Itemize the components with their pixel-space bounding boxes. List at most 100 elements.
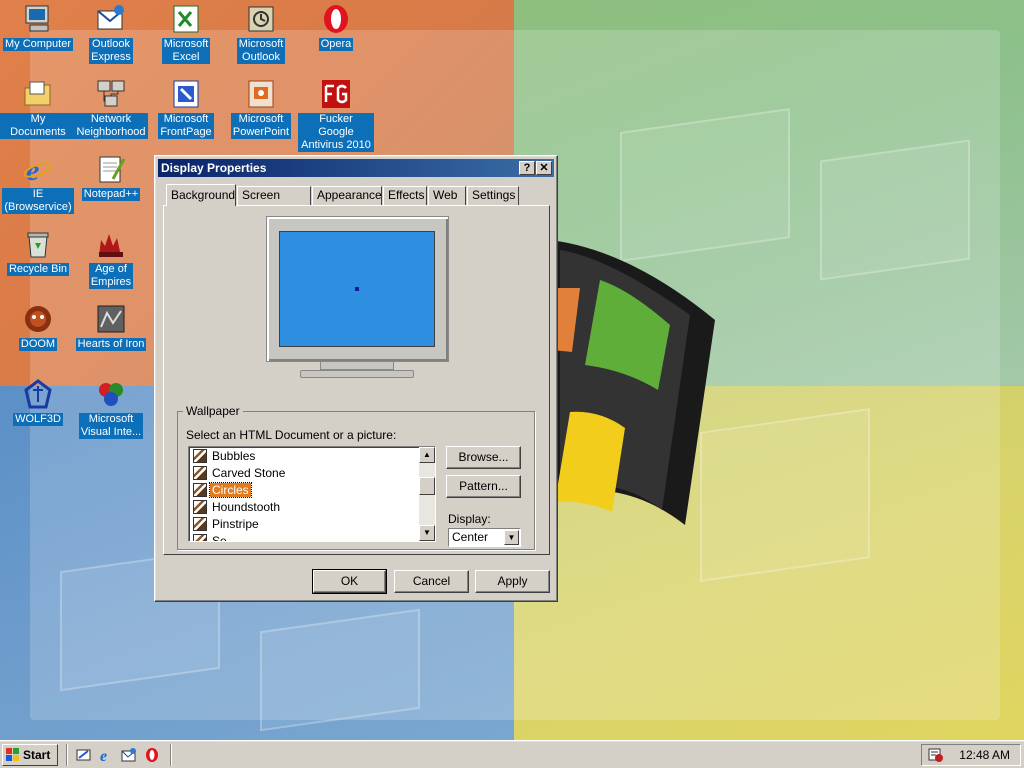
chevron-down-icon[interactable]: ▼: [504, 530, 519, 545]
pattern-button[interactable]: Pattern...: [446, 475, 521, 498]
desktop-icon-age-of-empires[interactable]: Age of Empires: [73, 228, 149, 289]
tab-panel-background: Wallpaper Select an HTML Document or a p…: [163, 205, 550, 555]
desktop-icon-label: Notepad++: [81, 188, 141, 201]
internet-explorer-icon[interactable]: e: [99, 747, 115, 763]
scrollbar-thumb[interactable]: [419, 477, 435, 495]
desktop-icon-network-neighborhood[interactable]: Network Neighborhood: [73, 78, 149, 139]
wallpaper-listbox[interactable]: Bubbles Carved Stone Circles Houndstooth…: [188, 446, 436, 542]
system-tray: 12:48 AM: [921, 744, 1021, 766]
desktop-icon-label: Outlook Express: [89, 38, 133, 64]
display-properties-window: Display Properties ? ✕ Background Screen…: [154, 155, 558, 602]
scroll-down-arrow-icon[interactable]: ▼: [419, 525, 435, 541]
frontpage-icon: [170, 78, 202, 110]
cancel-button[interactable]: Cancel: [394, 570, 469, 593]
show-desktop-icon[interactable]: [76, 747, 92, 763]
desktop-icon-label: Age of Empires: [88, 263, 134, 289]
display-label: Display:: [448, 512, 491, 526]
desktop-icon-label: Microsoft PowerPoint: [230, 113, 292, 139]
visual-interdev-icon: [95, 378, 127, 410]
desktop-icon-label: Opera: [318, 38, 354, 51]
age-of-empires-icon: [95, 228, 127, 260]
wolf3d-icon: [22, 378, 54, 410]
desktop-icon-wolf3d[interactable]: WOLF3D: [0, 378, 76, 426]
tab-settings[interactable]: Settings: [467, 186, 519, 205]
desktop-icon-microsoft-excel[interactable]: Microsoft Excel: [148, 3, 224, 64]
tab-effects[interactable]: Effects: [383, 186, 427, 205]
desktop-icon-microsoft-powerpoint[interactable]: Microsoft PowerPoint: [223, 78, 299, 139]
desktop-icon-my-computer[interactable]: My Computer: [0, 3, 76, 51]
desktop-icon-hearts-of-iron[interactable]: Hearts of Iron: [73, 303, 149, 351]
desktop-icon-notepad-plus-plus[interactable]: Notepad++: [73, 153, 149, 201]
hearts-of-iron-icon: [95, 303, 127, 335]
opera-icon: [320, 3, 352, 35]
picture-icon: [193, 483, 207, 497]
start-button[interactable]: Start: [2, 744, 58, 766]
ok-button[interactable]: OK: [312, 569, 387, 594]
outlook-express-icon[interactable]: [121, 747, 137, 763]
picture-icon: [193, 500, 207, 514]
picture-icon: [193, 466, 207, 480]
desktop-icon-outlook-express[interactable]: Outlook Express: [73, 3, 149, 64]
monitor-preview: [266, 216, 449, 362]
clock[interactable]: 12:48 AM: [959, 748, 1010, 762]
desktop-icon-doom[interactable]: DOOM: [0, 303, 76, 351]
notepad-icon: [95, 153, 127, 185]
desktop-icon-label: Microsoft Visual Inte...: [78, 413, 144, 439]
desktop-icon-label: DOOM: [18, 338, 58, 351]
list-item[interactable]: Pinstripe: [193, 516, 261, 533]
taskbar-separator: [66, 744, 68, 766]
doom-icon: [22, 303, 54, 335]
recycle-bin-icon: [22, 228, 54, 260]
taskbar: Start e 12:48 AM: [0, 740, 1024, 768]
list-item[interactable]: Carved Stone: [193, 465, 287, 482]
picture-icon: [193, 534, 207, 541]
monitor-stand: [320, 362, 394, 370]
windows-flag-logo: [550, 240, 715, 525]
display-dropdown[interactable]: Center ▼: [448, 528, 521, 547]
wallpaper-pane: [700, 408, 870, 582]
wallpaper-pane: [820, 139, 970, 281]
browse-button[interactable]: Browse...: [446, 446, 521, 469]
picture-icon: [193, 517, 207, 531]
list-item[interactable]: Bubbles: [193, 448, 257, 465]
start-label: Start: [23, 748, 51, 762]
wallpaper-group-label: Wallpaper: [183, 404, 243, 418]
list-item[interactable]: Se...: [193, 533, 239, 541]
taskbar-separator: [170, 744, 172, 766]
apply-button[interactable]: Apply: [475, 570, 550, 593]
desktop-icon-label: Microsoft Excel: [161, 38, 211, 64]
preview-wallpaper-image: [355, 287, 359, 291]
desktop-icon-microsoft-outlook[interactable]: Microsoft Outlook: [223, 3, 299, 64]
network-icon: [95, 78, 127, 110]
tab-appearance[interactable]: Appearance: [312, 186, 382, 205]
svg-text:e: e: [100, 748, 107, 763]
desktop-icon-label: WOLF3D: [13, 413, 63, 426]
desktop-icon-label: Microsoft Outlook: [236, 38, 286, 64]
list-item-selected[interactable]: Circles: [193, 482, 252, 499]
outlook-icon: [245, 3, 277, 35]
list-item[interactable]: Houndstooth: [193, 499, 282, 516]
my-computer-icon: [22, 3, 54, 35]
listbox-scrollbar[interactable]: ▲ ▼: [419, 447, 435, 541]
close-button[interactable]: ✕: [536, 161, 552, 175]
scroll-up-arrow-icon[interactable]: ▲: [419, 447, 435, 463]
desktop-icon-ie-browservice[interactable]: e IE (Browservice): [0, 153, 76, 214]
opera-icon[interactable]: [144, 747, 160, 763]
desktop-icon-label: Network Neighborhood: [74, 113, 148, 139]
desktop-icon-microsoft-visual-inte[interactable]: Microsoft Visual Inte...: [73, 378, 149, 439]
scheduler-icon[interactable]: [928, 747, 944, 763]
tab-screen-saver[interactable]: Screen Saver: [237, 186, 311, 219]
tab-web[interactable]: Web: [428, 186, 466, 205]
desktop-icon-fucker-google-antivirus[interactable]: Fucker Google Antivirus 2010: [298, 78, 374, 152]
desktop-icon-label: Microsoft FrontPage: [158, 113, 214, 139]
help-button[interactable]: ?: [519, 161, 535, 175]
tab-background[interactable]: Background: [166, 184, 236, 206]
display-dropdown-value: Center: [452, 530, 489, 544]
desktop-icon-opera[interactable]: Opera: [298, 3, 374, 51]
desktop-icon-recycle-bin[interactable]: Recycle Bin: [0, 228, 76, 276]
folder-icon: [22, 78, 54, 110]
desktop-icon-my-documents[interactable]: My Documents: [0, 78, 76, 139]
excel-icon: [170, 3, 202, 35]
desktop-icon-microsoft-frontpage[interactable]: Microsoft FrontPage: [148, 78, 224, 139]
window-titlebar[interactable]: Display Properties ? ✕: [158, 159, 554, 177]
